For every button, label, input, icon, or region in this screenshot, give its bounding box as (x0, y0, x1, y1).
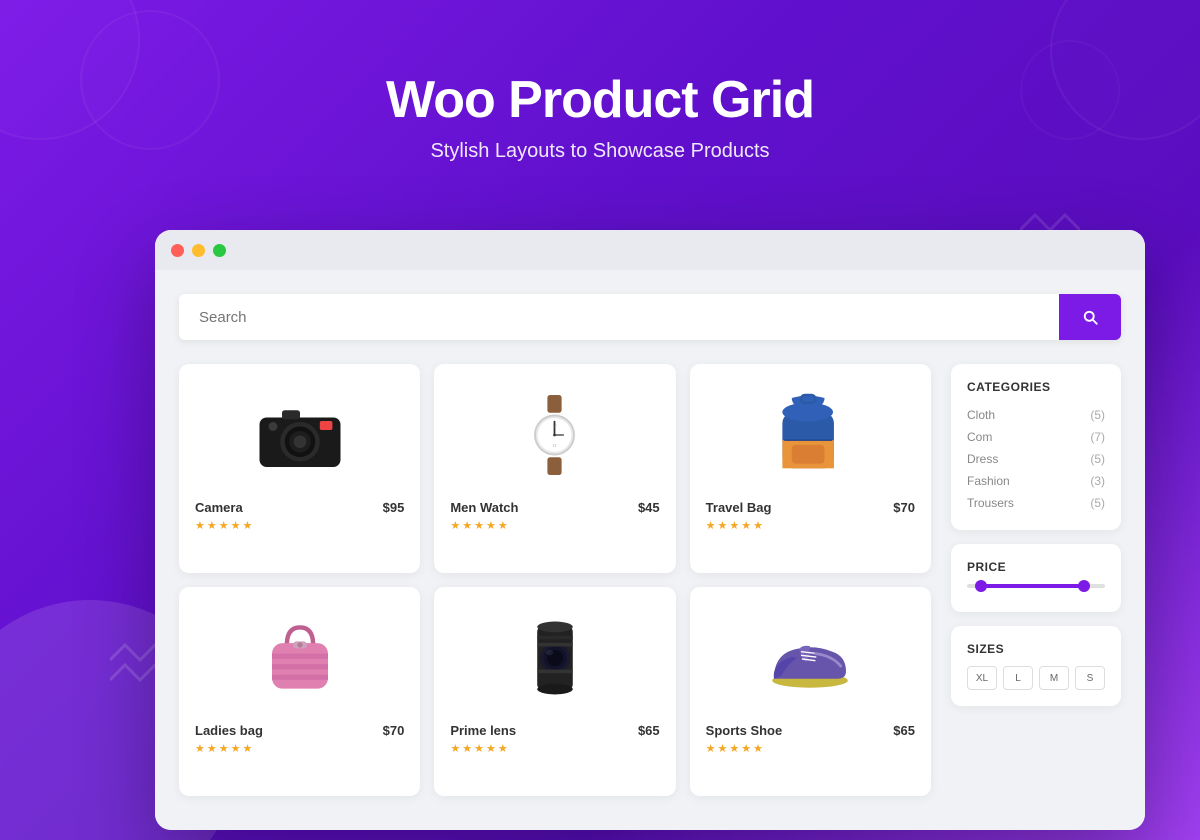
search-icon (1081, 308, 1099, 326)
product-price-backpack: $70 (893, 500, 915, 515)
product-price-camera: $95 (383, 500, 405, 515)
product-info-lens: Prime lens $65 (450, 723, 659, 738)
size-btn-l[interactable]: L (1003, 666, 1033, 690)
product-card-camera[interactable]: Camera $95 ★ ★ ★ ★ ★ (179, 364, 420, 573)
product-info-camera: Camera $95 (195, 500, 404, 515)
size-btn-s[interactable]: S (1075, 666, 1105, 690)
category-row-com[interactable]: Com (7) (967, 426, 1105, 448)
product-name-shoe: Sports Shoe (706, 723, 783, 738)
traffic-light-red[interactable] (171, 244, 184, 257)
product-stars-watch: ★ ★ ★ ★ ★ (450, 519, 659, 532)
product-info-ladies-bag: Ladies bag $70 (195, 723, 404, 738)
sidebar: CATEGORIES Cloth (5) Com (7) Dress (5) (951, 364, 1121, 796)
categories-section: CATEGORIES Cloth (5) Com (7) Dress (5) (951, 364, 1121, 530)
product-price-ladies-bag: $70 (383, 723, 405, 738)
product-stars-backpack: ★ ★ ★ ★ ★ (706, 519, 915, 532)
watch-svg: 12 12 (527, 395, 582, 475)
product-name-camera: Camera (195, 500, 243, 515)
product-card-ladies-bag[interactable]: Ladies bag $70 ★ ★ ★ ★ ★ (179, 587, 420, 796)
category-name-dress: Dress (967, 452, 998, 466)
product-name-ladies-bag: Ladies bag (195, 723, 263, 738)
price-slider-fill (981, 584, 1085, 588)
product-price-lens: $65 (638, 723, 660, 738)
product-price-watch: $45 (638, 500, 660, 515)
svg-text:12: 12 (553, 424, 557, 428)
product-card-shoe[interactable]: Sports Shoe $65 ★ ★ ★ ★ ★ (690, 587, 931, 796)
browser-content: Camera $95 ★ ★ ★ ★ ★ (155, 270, 1145, 830)
sizes-row: XL L M S (967, 666, 1105, 690)
sizes-section: SIZES XL L M S (951, 626, 1121, 706)
product-name-watch: Men Watch (450, 500, 518, 515)
search-bar (179, 294, 1121, 340)
product-card-backpack[interactable]: Travel Bag $70 ★ ★ ★ ★ ★ (690, 364, 931, 573)
product-image-shoe (706, 603, 915, 713)
main-layout: Camera $95 ★ ★ ★ ★ ★ (179, 364, 1121, 796)
category-count-com: (7) (1090, 430, 1105, 444)
backpack-svg (773, 393, 848, 478)
shoe-svg (765, 623, 855, 693)
category-count-fashion: (3) (1090, 474, 1105, 488)
product-image-lens (450, 603, 659, 713)
category-name-fashion: Fashion (967, 474, 1010, 488)
sizes-title: SIZES (967, 642, 1105, 656)
page-header: Woo Product Grid Stylish Layouts to Show… (0, 70, 1200, 163)
browser-window: Camera $95 ★ ★ ★ ★ ★ (155, 230, 1145, 830)
page-subtitle: Stylish Layouts to Showcase Products (0, 140, 1200, 163)
product-stars-lens: ★ ★ ★ ★ ★ (450, 742, 659, 755)
size-btn-m[interactable]: M (1039, 666, 1069, 690)
product-name-lens: Prime lens (450, 723, 516, 738)
category-count-dress: (5) (1090, 452, 1105, 466)
search-input[interactable] (179, 294, 1059, 340)
category-row-dress[interactable]: Dress (5) (967, 448, 1105, 470)
products-grid: Camera $95 ★ ★ ★ ★ ★ (179, 364, 931, 796)
traffic-light-yellow[interactable] (192, 244, 205, 257)
product-info-backpack: Travel Bag $70 (706, 500, 915, 515)
category-name-cloth: Cloth (967, 408, 995, 422)
category-name-trousers: Trousers (967, 496, 1014, 510)
svg-text:12: 12 (553, 444, 557, 448)
browser-titlebar (155, 230, 1145, 270)
category-row-cloth[interactable]: Cloth (5) (967, 404, 1105, 426)
product-stars-ladies-bag: ★ ★ ★ ★ ★ (195, 742, 404, 755)
product-price-shoe: $65 (893, 723, 915, 738)
categories-title: CATEGORIES (967, 380, 1105, 394)
product-stars-shoe: ★ ★ ★ ★ ★ (706, 742, 915, 755)
page-title: Woo Product Grid (0, 70, 1200, 130)
category-row-fashion[interactable]: Fashion (3) (967, 470, 1105, 492)
size-btn-xl[interactable]: XL (967, 666, 997, 690)
category-row-trousers[interactable]: Trousers (5) (967, 492, 1105, 514)
product-image-ladies-bag (195, 603, 404, 713)
traffic-light-green[interactable] (213, 244, 226, 257)
product-card-lens[interactable]: Prime lens $65 ★ ★ ★ ★ ★ (434, 587, 675, 796)
price-title: PRICE (967, 560, 1105, 574)
product-info-shoe: Sports Shoe $65 (706, 723, 915, 738)
product-image-watch: 12 12 (450, 380, 659, 490)
ladies-bag-svg (265, 618, 335, 698)
price-slider-track (967, 584, 1105, 588)
category-count-cloth: (5) (1090, 408, 1105, 422)
camera-svg (255, 400, 345, 470)
product-info-watch: Men Watch $45 (450, 500, 659, 515)
search-button[interactable] (1059, 294, 1121, 340)
product-name-backpack: Travel Bag (706, 500, 772, 515)
product-stars-camera: ★ ★ ★ ★ ★ (195, 519, 404, 532)
price-thumb-left[interactable] (975, 580, 987, 592)
product-image-camera (195, 380, 404, 490)
category-name-com: Com (967, 430, 992, 444)
category-count-trousers: (5) (1090, 496, 1105, 510)
lens-svg (520, 618, 590, 698)
price-thumb-right[interactable] (1078, 580, 1090, 592)
product-card-watch[interactable]: 12 12 Men Watch $45 ★ ★ ★ ★ ★ (434, 364, 675, 573)
product-image-backpack (706, 380, 915, 490)
price-section: PRICE (951, 544, 1121, 612)
